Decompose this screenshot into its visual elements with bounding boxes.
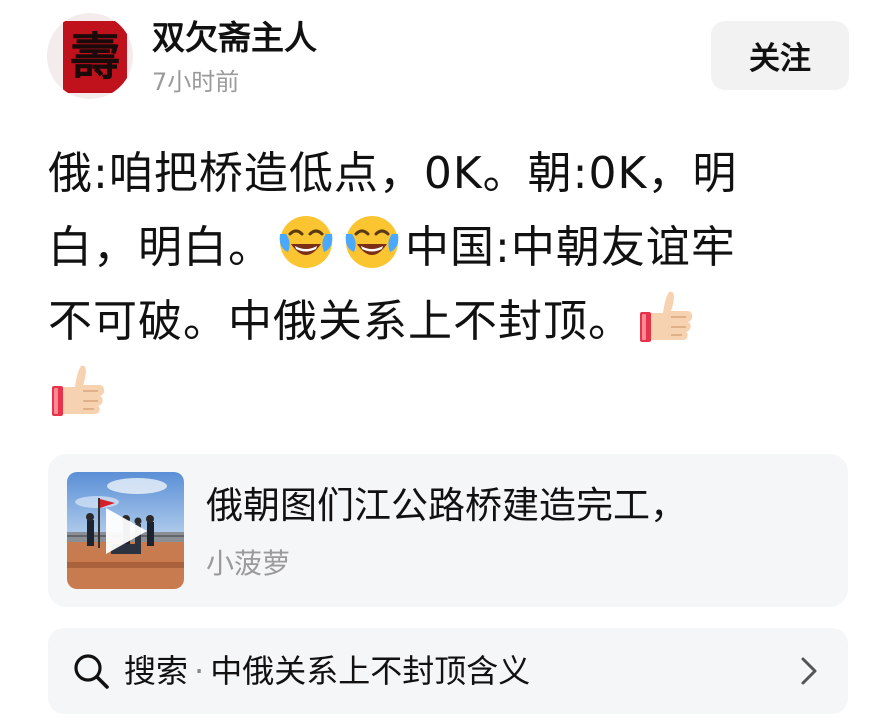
search-prefix: 搜索 <box>124 652 189 690</box>
video-thumbnail <box>67 472 184 589</box>
post-text: 俄:咱把桥造低点，0K。朝:0K，明 白，明白。 中国:中朝友谊牢 不可破。中俄… <box>48 137 848 433</box>
post-text-line2a: 白，明白。 <box>48 222 273 273</box>
search-icon <box>72 652 110 690</box>
thumbs-up-icon <box>636 286 696 346</box>
play-icon[interactable] <box>102 505 150 557</box>
seal-character: 壽 <box>70 27 120 86</box>
thumbs-up-icon <box>48 360 108 420</box>
avatar[interactable]: 壽 <box>47 13 133 99</box>
search-text: 搜索 · 中俄关系上不封顶含义 <box>124 649 530 693</box>
card-title: 俄朝图们江公路桥建造完工， <box>206 484 687 527</box>
author-name[interactable]: 双欠斋主人 <box>152 16 317 60</box>
post-text-line1: 俄:咱把桥造低点，0K。朝:0K，明 <box>48 148 738 199</box>
post-text-line3: 不可破。中俄关系上不封顶。 <box>48 296 633 347</box>
search-query: 中俄关系上不封顶含义 <box>210 652 531 690</box>
chevron-right-icon <box>798 656 820 686</box>
video-link-card[interactable]: 俄朝图们江公路桥建造完工， 小菠萝 <box>48 454 848 607</box>
post-time: 7小时前 <box>152 68 240 96</box>
post-text-line2b: 中国:中朝友谊牢 <box>405 222 736 273</box>
related-search-bar[interactable]: 搜索 · 中俄关系上不封顶含义 <box>48 628 848 714</box>
face-with-tears-of-joy-icon <box>342 212 402 272</box>
follow-button[interactable]: 关注 <box>711 21 849 90</box>
face-with-tears-of-joy-icon <box>276 212 336 272</box>
search-separator: · <box>194 652 205 690</box>
post-page: 壽 双欠斋主人 7小时前 关注 俄:咱把桥造低点，0K。朝:0K，明 白，明白。 <box>0 0 896 721</box>
card-source: 小菠萝 <box>206 547 291 580</box>
